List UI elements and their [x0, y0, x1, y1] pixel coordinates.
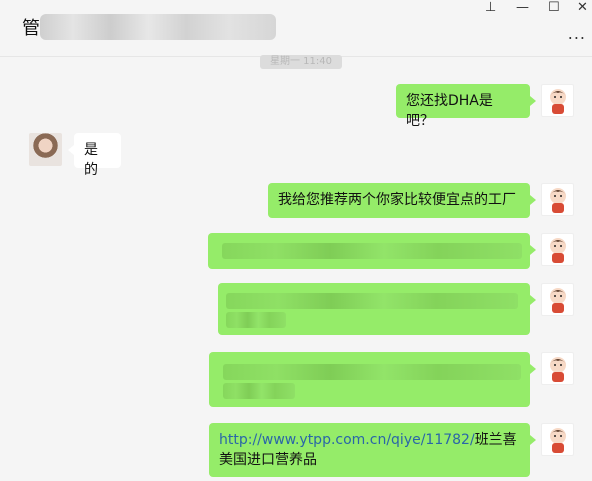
blurred-text: [223, 364, 521, 380]
message-bubble-incoming[interactable]: 是的: [68, 133, 121, 178]
blurred-text: [223, 383, 295, 399]
cartoon-avatar-icon: [550, 238, 566, 263]
more-options-icon[interactable]: ...: [568, 24, 586, 43]
cartoon-avatar-icon: [550, 188, 566, 213]
message-bubble-outgoing[interactable]: 您还找DHA是吧？: [396, 84, 536, 129]
self-avatar[interactable]: [541, 183, 574, 216]
self-avatar[interactable]: [541, 283, 574, 316]
maximize-icon[interactable]: ☐: [548, 1, 560, 15]
contact-avatar[interactable]: [29, 133, 62, 166]
pin-icon[interactable]: ⊥: [485, 1, 496, 15]
message-text: 我给您推荐两个你家比较便宜点的工厂: [278, 192, 516, 208]
cartoon-avatar-icon: [550, 357, 566, 382]
blurred-text: [226, 312, 286, 328]
message-text: 是的: [84, 142, 98, 178]
chat-title-blurred: [40, 14, 276, 40]
title-bar: 管 ⊥ — ☐ ✕ ...: [0, 0, 592, 57]
blurred-text: [226, 293, 518, 309]
self-avatar[interactable]: [541, 233, 574, 266]
message-timestamp: 星期一 11:40: [260, 55, 342, 69]
message-text: 您还找DHA是吧？: [406, 93, 493, 129]
close-icon[interactable]: ✕: [577, 1, 588, 15]
message-bubble-outgoing-link[interactable]: http://www.ytpp.com.cn/qiye/11782/班兰喜美国进…: [209, 423, 536, 477]
self-avatar[interactable]: [541, 84, 574, 117]
self-avatar[interactable]: [541, 352, 574, 385]
minimize-icon[interactable]: —: [516, 1, 529, 15]
message-bubble-outgoing[interactable]: 我给您推荐两个你家比较便宜点的工厂: [268, 183, 536, 218]
message-bubble-outgoing-blurred[interactable]: [218, 283, 536, 335]
message-link[interactable]: http://www.ytpp.com.cn/qiye/11782/: [219, 432, 475, 448]
chat-title: 管: [22, 18, 40, 39]
blurred-text: [222, 243, 522, 259]
cartoon-avatar-icon: [550, 89, 566, 114]
message-bubble-outgoing-blurred[interactable]: [209, 352, 536, 407]
message-bubble-outgoing-blurred[interactable]: [208, 233, 536, 269]
cartoon-avatar-icon: [550, 288, 566, 313]
cartoon-avatar-icon: [550, 428, 566, 453]
self-avatar[interactable]: [541, 423, 574, 456]
